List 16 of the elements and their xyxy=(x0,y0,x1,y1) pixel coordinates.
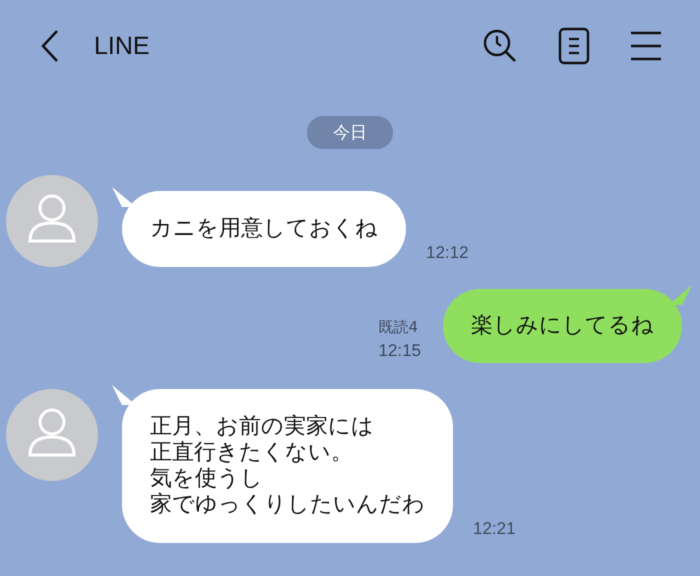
read-receipt: 既読4 xyxy=(378,317,419,338)
message-time: 12:21 xyxy=(473,518,516,540)
chat-title: LINE xyxy=(94,32,150,60)
menu-icon[interactable] xyxy=(630,31,662,61)
message-text: カニを用意しておくね xyxy=(150,216,378,242)
message-text: 気を使うし xyxy=(150,466,263,492)
message-time: 12:12 xyxy=(426,242,469,264)
message-text: 家でゆっくりしたいんだわ xyxy=(150,492,425,518)
date-label: 今日 xyxy=(307,116,393,149)
message-text: 正直行きたくない。 xyxy=(150,440,353,466)
search-icon[interactable] xyxy=(482,28,518,64)
note-icon[interactable] xyxy=(558,27,590,65)
message-text: 楽しみにしてるね xyxy=(471,313,654,339)
message-time: 12:15 xyxy=(378,340,421,362)
message-text: 正月、お前の実家には xyxy=(150,414,374,440)
back-icon[interactable] xyxy=(40,29,60,63)
